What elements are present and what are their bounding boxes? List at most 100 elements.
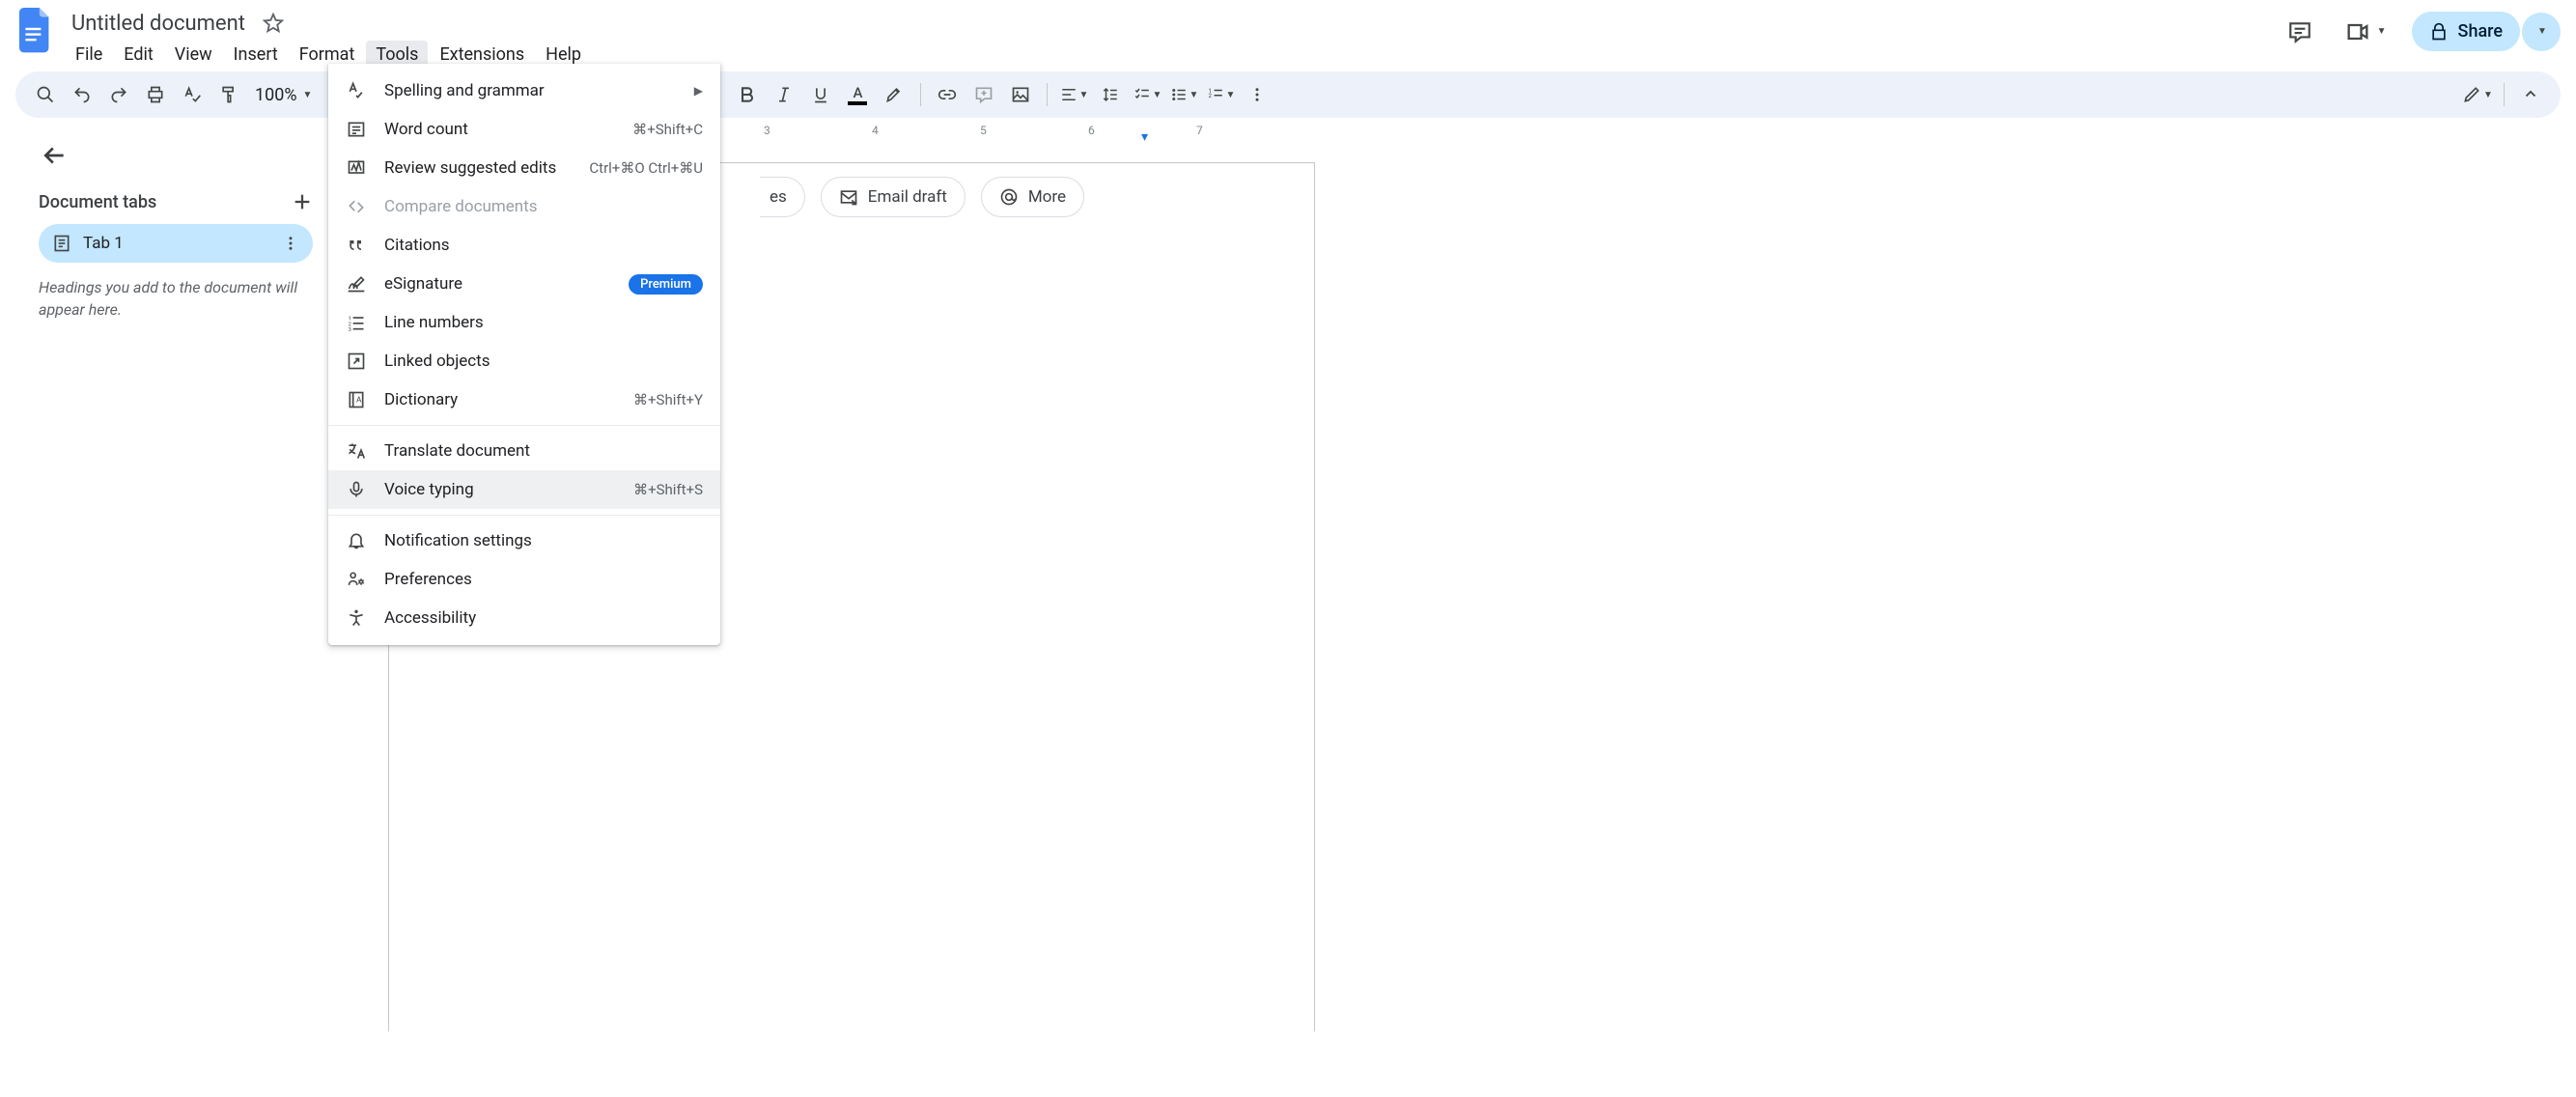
- accessibility-icon: [346, 607, 367, 629]
- bullet-list-button[interactable]: ▼: [1167, 78, 1200, 111]
- tools-line-numbers[interactable]: 123 Line numbers: [328, 303, 720, 342]
- add-comment-icon[interactable]: [967, 78, 1000, 111]
- menu-item-label: Spelling and grammar: [384, 81, 677, 100]
- tools-word-count[interactable]: Word count ⌘+Shift+C: [328, 110, 720, 149]
- comments-icon[interactable]: [2281, 13, 2319, 51]
- quote-icon: [346, 235, 367, 256]
- checklist-button[interactable]: ▼: [1131, 78, 1163, 111]
- tab-icon: [52, 234, 71, 253]
- redo-icon[interactable]: [102, 78, 135, 111]
- menu-item-label: Review suggested edits: [384, 158, 572, 178]
- vertical-ruler: [0, 126, 21, 1097]
- link-icon[interactable]: [931, 78, 964, 111]
- tab-item-1[interactable]: Tab 1: [39, 224, 313, 263]
- menu-shortcut: ⌘+Shift+S: [633, 481, 703, 498]
- smart-chips-row: es Email draft More: [760, 177, 1084, 217]
- undo-icon[interactable]: [66, 78, 98, 111]
- menu-view[interactable]: View: [165, 41, 222, 69]
- paint-format-icon[interactable]: [212, 78, 245, 111]
- menu-item-label: Citations: [384, 236, 703, 255]
- menu-insert[interactable]: Insert: [224, 41, 288, 69]
- star-icon[interactable]: [263, 13, 284, 34]
- email-icon: [839, 187, 858, 207]
- menu-shortcut: ⌘+Shift+C: [632, 121, 703, 138]
- svg-text:3: 3: [349, 327, 351, 332]
- chevron-down-icon: ▼: [1153, 90, 1162, 100]
- bold-icon[interactable]: [731, 78, 764, 111]
- dictionary-icon: A: [346, 389, 367, 410]
- spellcheck-icon[interactable]: [176, 78, 209, 111]
- sidebar-hint: Headings you add to the document will ap…: [39, 276, 313, 321]
- menu-file[interactable]: File: [66, 41, 112, 69]
- zoom-value: 100%: [255, 85, 297, 105]
- tools-menu-dropdown: Spelling and grammar ▶ Word count ⌘+Shif…: [328, 64, 720, 645]
- tools-esignature[interactable]: eSignature Premium: [328, 265, 720, 303]
- chevron-down-icon: ▼: [2377, 26, 2387, 37]
- chevron-down-icon: ▼: [1190, 90, 1199, 100]
- share-label: Share: [2458, 21, 2503, 42]
- chip-label: Email draft: [868, 187, 947, 207]
- editing-mode-button[interactable]: ▼: [2461, 78, 2494, 111]
- zoom-select[interactable]: 100% ▼: [249, 85, 318, 105]
- chip-partial[interactable]: es: [760, 177, 805, 217]
- tools-linked-objects[interactable]: Linked objects: [328, 342, 720, 380]
- align-button[interactable]: ▼: [1057, 78, 1090, 111]
- document-title[interactable]: Untitled document: [66, 10, 251, 38]
- translate-icon: [346, 440, 367, 462]
- submenu-arrow-icon: ▶: [694, 84, 703, 98]
- menu-shortcut: Ctrl+⌘O Ctrl+⌘U: [589, 159, 703, 177]
- chevron-down-icon: ▼: [2537, 26, 2547, 37]
- chevron-down-icon: ▼: [2483, 90, 2493, 100]
- menu-item-label: Compare documents: [384, 197, 703, 216]
- tools-citations[interactable]: Citations: [328, 226, 720, 265]
- chip-more[interactable]: More: [981, 177, 1084, 217]
- app-header: Untitled document File Edit View Insert …: [0, 0, 2576, 66]
- chevron-down-icon: ▼: [303, 90, 313, 100]
- premium-badge: Premium: [629, 274, 703, 295]
- review-icon: [346, 157, 367, 179]
- sidebar: Document tabs Tab 1 Headings you add to …: [21, 126, 330, 1097]
- numbered-list-button[interactable]: 12▼: [1204, 78, 1237, 111]
- tab-label: Tab 1: [83, 234, 124, 253]
- title-area: Untitled document File Edit View Insert …: [66, 8, 2281, 69]
- search-icon[interactable]: [29, 78, 62, 111]
- text-color-button[interactable]: A: [841, 78, 874, 111]
- collapse-toolbar-icon[interactable]: [2514, 78, 2547, 111]
- chevron-down-icon: ▼: [1226, 90, 1236, 100]
- tab-more-icon[interactable]: [282, 235, 299, 252]
- menu-item-label: Word count: [384, 120, 615, 139]
- compare-icon: [346, 196, 367, 217]
- share-dropdown[interactable]: ▼: [2522, 13, 2561, 51]
- meet-button[interactable]: ▼: [2337, 13, 2394, 51]
- tools-dictionary[interactable]: A Dictionary ⌘+Shift+Y: [328, 380, 720, 419]
- menu-edit[interactable]: Edit: [114, 41, 162, 69]
- line-spacing-button[interactable]: [1094, 78, 1127, 111]
- tools-review-edits[interactable]: Review suggested edits Ctrl+⌘O Ctrl+⌘U: [328, 149, 720, 187]
- add-tab-button[interactable]: [292, 191, 313, 212]
- menu-item-label: Preferences: [384, 570, 703, 589]
- tools-voice-typing[interactable]: Voice typing ⌘+Shift+S: [328, 470, 720, 509]
- image-icon[interactable]: [1004, 78, 1037, 111]
- chip-label: es: [770, 187, 787, 207]
- docs-logo[interactable]: [15, 6, 54, 56]
- tools-preferences[interactable]: Preferences: [328, 560, 720, 599]
- tools-spelling[interactable]: Spelling and grammar ▶: [328, 71, 720, 110]
- print-icon[interactable]: [139, 78, 172, 111]
- bell-icon: [346, 530, 367, 551]
- italic-icon[interactable]: [768, 78, 800, 111]
- menu-item-label: Notification settings: [384, 531, 703, 550]
- menu-item-label: Translate document: [384, 441, 703, 461]
- tools-accessibility[interactable]: Accessibility: [328, 599, 720, 637]
- highlight-icon[interactable]: [878, 78, 910, 111]
- chip-email-draft[interactable]: Email draft: [821, 177, 966, 217]
- tools-notifications[interactable]: Notification settings: [328, 521, 720, 560]
- menu-shortcut: ⌘+Shift+Y: [633, 391, 703, 408]
- menu-item-label: Line numbers: [384, 313, 703, 332]
- lock-icon: [2429, 22, 2449, 42]
- tools-translate[interactable]: Translate document: [328, 432, 720, 470]
- underline-icon[interactable]: [804, 78, 837, 111]
- back-arrow-icon[interactable]: [42, 143, 68, 168]
- share-button[interactable]: Share: [2412, 12, 2520, 51]
- more-toolbar-icon[interactable]: [1241, 78, 1274, 111]
- linked-icon: [346, 351, 367, 372]
